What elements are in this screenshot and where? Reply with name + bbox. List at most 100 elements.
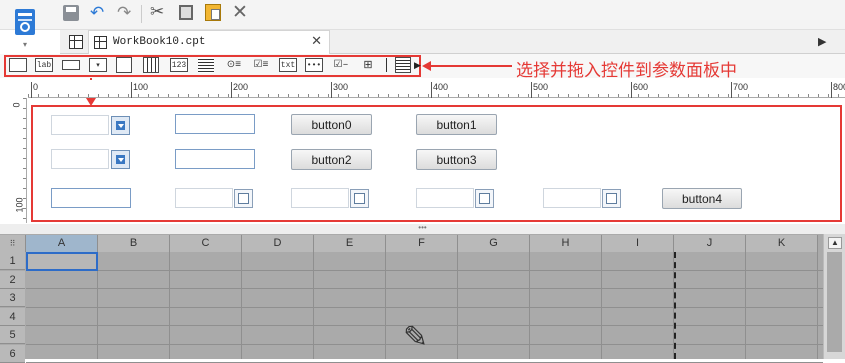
new-sheet-icon[interactable] (69, 35, 83, 49)
copy-icon[interactable] (179, 5, 193, 20)
ruler-tick-label: 400 (433, 82, 449, 92)
calendar-icon[interactable] (350, 189, 369, 208)
ruler-major-tick (331, 82, 332, 98)
close-tab-icon[interactable]: ✕ (311, 33, 322, 49)
ruler-tick-label: 800 (833, 82, 845, 92)
radio-widget-icon[interactable]: ⊙≡ (225, 58, 243, 72)
save-icon[interactable] (63, 5, 79, 21)
selected-cell[interactable] (26, 252, 98, 271)
textbox-widget-icon[interactable] (9, 58, 27, 72)
vertical-scrollbar[interactable]: ▲ (823, 234, 845, 359)
workbook-icon (94, 36, 107, 49)
select-all-corner[interactable]: ⠿ (0, 235, 26, 252)
ruler-major-tick (231, 82, 232, 98)
tree-widget-icon[interactable] (116, 57, 132, 73)
button3[interactable]: button3 (416, 149, 497, 170)
row-header-3[interactable]: 3 (0, 289, 25, 307)
menu-icon[interactable]: ▶ (818, 35, 826, 48)
column-header-I[interactable]: I (602, 235, 674, 252)
grid-hline (26, 269, 823, 271)
button4[interactable]: button4 (662, 188, 742, 209)
column-header-D[interactable]: D (242, 235, 314, 252)
date-field-1[interactable] (175, 188, 253, 208)
date-field-3[interactable] (416, 188, 494, 208)
column-header-G[interactable]: G (458, 235, 530, 252)
tree-view-widget-icon[interactable]: ⊞ (359, 58, 377, 72)
splitter-handle[interactable]: ••• (0, 224, 845, 234)
row-header-5[interactable]: 5 (0, 326, 25, 344)
ruler-major-tick (31, 82, 32, 98)
annotation-arrow (424, 65, 512, 67)
button1[interactable]: button1 (416, 114, 497, 135)
app-logo-icon[interactable] (13, 8, 39, 38)
combo-box-2[interactable] (51, 149, 130, 169)
combo-box-1[interactable] (51, 115, 130, 135)
scroll-up-icon[interactable]: ▲ (828, 237, 842, 249)
dropdown-widget-icon[interactable]: ▾ (89, 58, 107, 72)
checkbox-widget-icon[interactable]: ☑≡ (252, 58, 270, 72)
chevron-down-icon[interactable]: ▾ (23, 40, 27, 49)
ruler-tick-label: 700 (733, 82, 749, 92)
calendar-icon[interactable] (234, 189, 253, 208)
column-header-C[interactable]: C (170, 235, 242, 252)
row-header-4[interactable]: 4 (0, 307, 25, 326)
tab-title: WorkBook10.cpt (113, 36, 206, 48)
scrollbar-thumb[interactable] (827, 252, 842, 352)
number-widget-icon[interactable]: 123 (170, 58, 188, 72)
delete-icon[interactable]: ✕ (232, 1, 248, 24)
column-header-A[interactable]: A (26, 235, 98, 252)
toolbar-more-icon[interactable]: ▶ (414, 60, 421, 71)
row-header-6[interactable]: 6 (0, 344, 25, 363)
ruler-tick-label: 500 (533, 82, 549, 92)
column-header-B[interactable]: B (98, 235, 170, 252)
column-header-H[interactable]: H (530, 235, 602, 252)
calendar-icon[interactable] (602, 189, 621, 208)
frame-widget-icon[interactable] (395, 57, 411, 73)
label-widget-icon[interactable]: lab (35, 58, 53, 72)
vruler-label-0: 0 (11, 102, 22, 108)
text-field-2[interactable] (175, 149, 255, 169)
button2[interactable]: button2 (291, 149, 372, 170)
ruler-tick-label: 0 (33, 82, 39, 92)
ruler-major-tick (531, 82, 532, 98)
ruler-major-tick (831, 82, 832, 98)
paste-icon[interactable] (205, 4, 221, 21)
grid-hline (26, 288, 823, 289)
pencil-icon: ✎ (403, 321, 429, 354)
row-header-1[interactable]: 1 (0, 252, 25, 270)
button-widget-icon[interactable] (62, 60, 80, 70)
date-field-4[interactable] (543, 188, 621, 208)
button0[interactable]: button0 (291, 114, 372, 135)
ruler-tick-label: 300 (333, 82, 349, 92)
vruler-label-100: 100 (14, 197, 25, 213)
calendar-widget-icon[interactable] (143, 57, 159, 73)
dropdown-arrow-icon[interactable] (111, 116, 130, 135)
redo-icon[interactable]: ↷ (117, 3, 131, 23)
text-field-1[interactable] (175, 114, 255, 134)
cut-icon[interactable]: ✂ (150, 2, 164, 22)
ruler-major-tick (131, 82, 132, 98)
text-field-3[interactable] (51, 188, 131, 208)
column-header-E[interactable]: E (314, 235, 386, 252)
ruler-tick-label: 100 (133, 82, 149, 92)
date-field-2[interactable] (291, 188, 369, 208)
txt-widget-icon[interactable]: txt (279, 58, 297, 72)
grid-hline (26, 306, 823, 308)
dropdown-arrow-icon[interactable] (111, 150, 130, 169)
column-header-K[interactable]: K (746, 235, 818, 252)
tab-workbook[interactable]: WorkBook10.cpt ✕ (88, 30, 330, 54)
divider (141, 5, 142, 23)
page-break-line (674, 252, 676, 359)
ruler-major-tick (631, 82, 632, 98)
column-header-F[interactable]: F (386, 235, 458, 252)
password-widget-icon[interactable]: ••• (305, 58, 323, 72)
ruler-tick-label: 600 (633, 82, 649, 92)
ruler-tick-label: 200 (233, 82, 249, 92)
checkbox-single-widget-icon[interactable]: ☑– (332, 58, 350, 72)
row-header-2[interactable]: 2 (0, 270, 25, 289)
calendar-icon[interactable] (475, 189, 494, 208)
column-header-J[interactable]: J (674, 235, 746, 252)
ruler-major-tick (731, 82, 732, 98)
textarea-widget-icon[interactable] (198, 57, 214, 73)
undo-icon[interactable]: ↶ (90, 3, 104, 23)
